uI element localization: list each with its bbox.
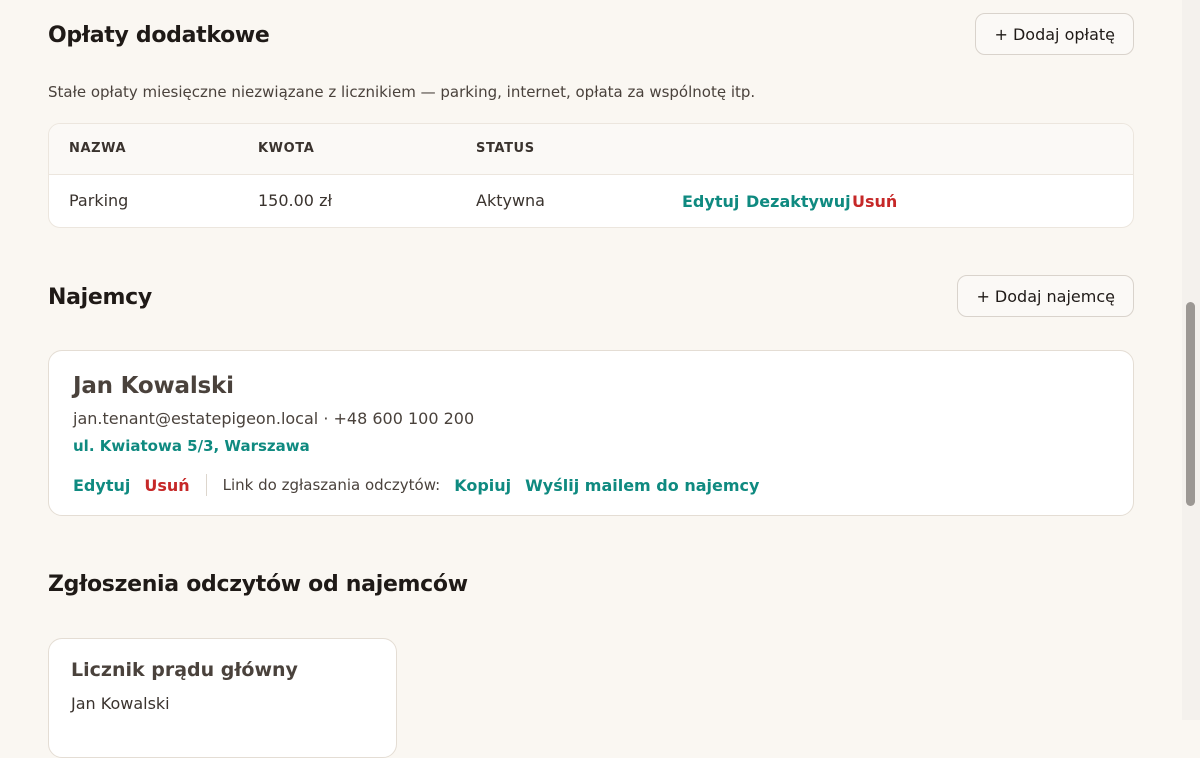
edit-fee-link[interactable]: Edytuj: [682, 192, 739, 211]
fees-table-header: NAZWA KWOTA STATUS: [49, 124, 1133, 175]
add-fee-button[interactable]: + Dodaj opłatę: [975, 13, 1134, 55]
column-header-name: NAZWA: [69, 141, 127, 156]
fee-amount: 150.00 zł: [258, 191, 333, 210]
reading-card[interactable]: Licznik prądu główny Jan Kowalski: [48, 638, 397, 758]
fees-table: NAZWA KWOTA STATUS Parking 150.00 zł Akt…: [48, 123, 1134, 228]
column-header-status: STATUS: [476, 141, 535, 156]
fees-section-title: Opłaty dodatkowe: [48, 23, 270, 48]
edit-tenant-link[interactable]: Edytuj: [73, 476, 130, 495]
send-mail-link[interactable]: Wyślij mailem do najemcy: [525, 476, 759, 495]
column-header-amount: KWOTA: [258, 141, 315, 156]
delete-tenant-link[interactable]: Usuń: [144, 476, 189, 495]
fee-status: Aktywna: [476, 191, 545, 210]
tenants-section-title: Najemcy: [48, 285, 152, 310]
fees-description: Stałe opłaty miesięczne niezwiązane z li…: [48, 83, 756, 101]
reading-meter-name: Licznik prądu główny: [71, 659, 298, 681]
scrollbar-thumb[interactable]: [1186, 302, 1195, 506]
reading-link-label: Link do zgłaszania odczytów:: [222, 476, 441, 494]
tenant-contact: jan.tenant@estatepigeon.local · +48 600 …: [73, 409, 475, 428]
scrollbar-track[interactable]: [1182, 0, 1200, 720]
tenant-card: Jan Kowalski jan.tenant@estatepigeon.loc…: [48, 350, 1134, 516]
delete-fee-link[interactable]: Usuń: [852, 192, 897, 211]
fee-name: Parking: [69, 191, 129, 210]
tenants-section-header: Najemcy + Dodaj najemcę: [48, 275, 1134, 319]
tenant-actions: Edytuj Usuń Link do zgłaszania odczytów:…: [73, 473, 759, 497]
tenant-address-link[interactable]: ul. Kwiatowa 5/3, Warszawa: [73, 437, 310, 455]
add-tenant-button[interactable]: + Dodaj najemcę: [957, 275, 1134, 317]
fees-section-header: Opłaty dodatkowe + Dodaj opłatę: [48, 13, 1134, 57]
readings-section-title: Zgłoszenia odczytów od najemców: [48, 572, 468, 597]
reading-tenant-name: Jan Kowalski: [71, 694, 170, 713]
tenant-name: Jan Kowalski: [73, 373, 234, 399]
copy-link-button[interactable]: Kopiuj: [454, 476, 511, 495]
table-row: Parking 150.00 zł Aktywna Edytuj Dezakty…: [49, 175, 1133, 227]
deactivate-fee-link[interactable]: Dezaktywuj: [746, 192, 851, 211]
actions-divider: [205, 474, 207, 496]
